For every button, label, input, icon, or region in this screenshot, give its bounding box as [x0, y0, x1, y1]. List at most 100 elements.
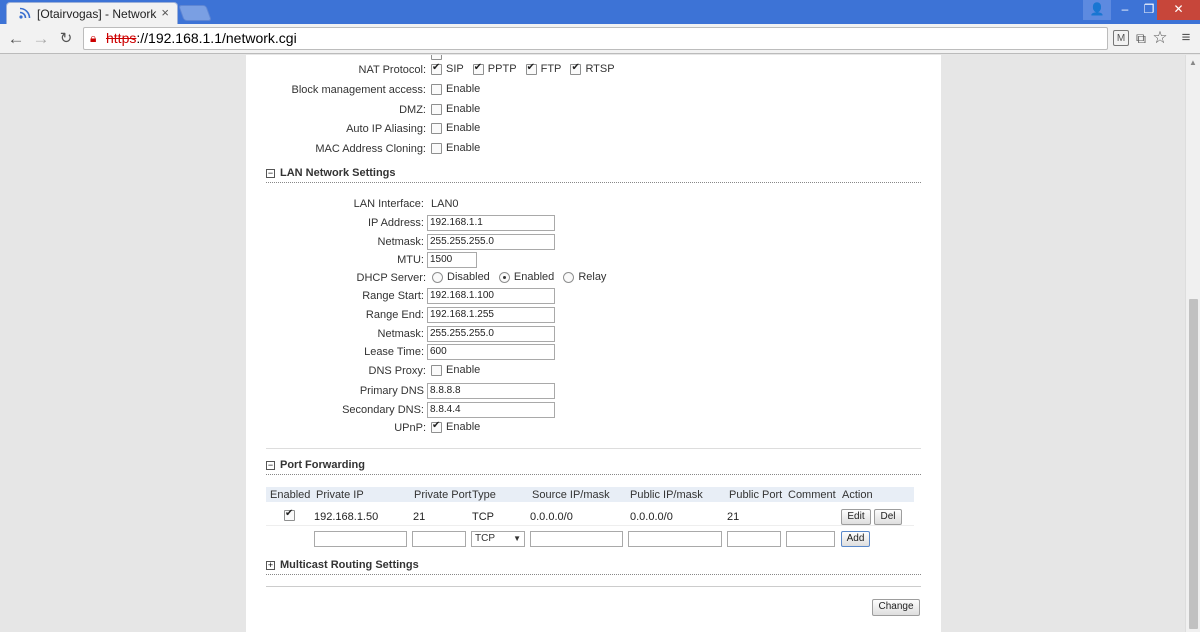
url-text: https://192.168.1.1/network.cgi	[106, 30, 297, 46]
browser-toolbar: ← → ↻ 🔒︎ https://192.168.1.1/network.cgi…	[0, 24, 1200, 54]
nat-protocol-row: NAT Protocol:	[246, 62, 426, 80]
dns-proxy-label: DNS Proxy:	[368, 365, 426, 377]
edit-button[interactable]: Edit	[841, 509, 871, 525]
auto-ip-enable-label: Enable	[446, 122, 481, 135]
range-end-label: Range End:	[365, 309, 424, 321]
bookmark-star-icon[interactable]: ☆	[1152, 29, 1168, 46]
forward-arrow-icon[interactable]: →	[31, 29, 51, 49]
col-private-port: Private Port	[414, 489, 472, 501]
expand-icon[interactable]: +	[266, 561, 275, 570]
nat-pptp-checkbox[interactable]	[472, 62, 484, 75]
netmask-row: Netmask:	[246, 234, 424, 252]
auto-ip-row: Auto IP Aliasing:	[246, 121, 426, 139]
dmz-label: DMZ:	[399, 104, 426, 116]
row-enabled-checkbox[interactable]	[284, 508, 295, 521]
upnp-control: Enable	[431, 420, 486, 434]
upnp-enable-label: Enable	[446, 421, 481, 434]
dhcp-server-label: DHCP Server:	[356, 272, 426, 284]
new-comment-input[interactable]	[786, 531, 835, 547]
upnp-checkbox[interactable]	[431, 420, 442, 433]
netmask-input[interactable]: 255.255.255.0	[427, 234, 555, 250]
lease-time-input[interactable]: 600	[427, 344, 555, 360]
row-type: TCP	[472, 511, 494, 523]
insecure-lock-icon[interactable]: 🔒︎	[90, 32, 103, 45]
port-forwarding-section-title: Port Forwarding	[280, 459, 365, 471]
scroll-up-icon[interactable]: ▲	[1189, 58, 1197, 67]
nat-sip-checkbox[interactable]	[431, 62, 442, 75]
lan-section-header[interactable]: − LAN Network Settings	[266, 167, 921, 183]
tab-title: [Otairvogas] - Network	[37, 7, 157, 21]
tab-close-icon[interactable]: ×	[161, 5, 169, 20]
dhcp-relay-radio[interactable]	[563, 271, 575, 283]
nat-ftp-label: FTP	[540, 63, 562, 76]
port-forwarding-section-header[interactable]: − Port Forwarding	[266, 459, 921, 475]
browser-tab[interactable]: [Otairvogas] - Network ×	[6, 2, 178, 24]
dhcp-netmask-label: Netmask:	[377, 328, 424, 340]
change-button[interactable]: Change	[872, 599, 920, 616]
user-profile-icon[interactable]: 👤	[1083, 0, 1111, 20]
dhcp-disabled-label: Disabled	[447, 271, 490, 284]
dhcp-enabled-label: Enabled	[513, 271, 555, 284]
scrollbar-thumb[interactable]	[1189, 299, 1198, 629]
back-arrow-icon[interactable]: ←	[6, 29, 26, 49]
col-type: Type	[472, 489, 496, 501]
dns-proxy-enable-label: Enable	[446, 364, 481, 377]
col-private-ip: Private IP	[316, 489, 364, 501]
range-start-input[interactable]: 192.168.1.100	[427, 288, 555, 304]
mac-cloning-checkbox[interactable]	[431, 142, 442, 154]
range-start-label: Range Start:	[362, 290, 424, 302]
secondary-dns-label: Secondary DNS:	[342, 404, 424, 416]
mtu-input[interactable]: 1500	[427, 252, 477, 268]
range-end-input[interactable]: 192.168.1.255	[427, 307, 555, 323]
new-public-port-input[interactable]	[727, 531, 781, 547]
vertical-scrollbar[interactable]: ▲	[1185, 55, 1200, 632]
translate-extension-icon[interactable]: ⧉	[1133, 30, 1149, 46]
primary-dns-input[interactable]: 8.8.8.8	[427, 383, 555, 399]
nat-ftp-checkbox[interactable]	[525, 62, 537, 75]
close-window-icon[interactable]: ✕	[1157, 0, 1200, 20]
lan-interface-row: LAN Interface:	[246, 196, 424, 214]
extension-icon[interactable]: M	[1113, 30, 1129, 46]
new-private-port-input[interactable]	[412, 531, 466, 547]
block-mgmt-enable-label: Enable	[446, 83, 481, 96]
lease-time-row: Lease Time:	[246, 344, 424, 362]
nat-rtsp-checkbox[interactable]	[570, 62, 582, 75]
delete-button[interactable]: Del	[874, 509, 902, 525]
new-tab-button[interactable]	[178, 5, 212, 21]
dhcp-enabled-radio[interactable]	[498, 271, 510, 283]
page-viewport: NAT Protocol: SIP PPTP FTP RTSP Block ma…	[0, 55, 1185, 632]
new-type-select[interactable]: TCP ▼	[471, 531, 525, 547]
lan-interface-value: LAN0	[431, 198, 459, 210]
multicast-section-header[interactable]: + Multicast Routing Settings	[266, 559, 921, 575]
netmask-label: Netmask:	[377, 236, 424, 248]
block-mgmt-checkbox[interactable]	[431, 83, 442, 95]
dns-proxy-checkbox[interactable]	[431, 364, 442, 376]
new-private-ip-input[interactable]	[314, 531, 407, 547]
multicast-section-title: Multicast Routing Settings	[280, 559, 419, 571]
dropdown-arrow-icon: ▼	[513, 534, 521, 543]
dhcp-netmask-input[interactable]: 255.255.255.0	[427, 326, 555, 342]
dhcp-disabled-radio[interactable]	[432, 271, 443, 283]
collapse-icon[interactable]: −	[266, 461, 275, 470]
add-button[interactable]: Add	[841, 531, 870, 547]
col-comment: Comment	[788, 489, 836, 501]
col-enabled: Enabled	[270, 489, 311, 501]
ip-address-label: IP Address:	[367, 217, 424, 229]
row-private-port: 21	[413, 511, 426, 523]
collapse-icon[interactable]: −	[266, 169, 275, 178]
dns-proxy-control: Enable	[431, 364, 486, 376]
new-public-ip-input[interactable]	[628, 531, 722, 547]
secondary-dns-input[interactable]: 8.8.4.4	[427, 402, 555, 418]
lan-section-title: LAN Network Settings	[280, 167, 396, 179]
divider	[266, 586, 921, 587]
reload-icon[interactable]: ↻	[56, 29, 76, 49]
auto-ip-checkbox[interactable]	[431, 122, 442, 134]
checkbox-cutoff[interactable]	[431, 55, 442, 60]
new-source-ip-input[interactable]	[530, 531, 623, 547]
menu-hamburger-icon[interactable]: ≡	[1178, 30, 1194, 46]
divider	[266, 448, 921, 449]
ip-address-input[interactable]: 192.168.1.1	[427, 215, 555, 231]
address-bar[interactable]: 🔒︎ https://192.168.1.1/network.cgi	[83, 27, 1108, 50]
dmz-checkbox[interactable]	[431, 103, 442, 115]
dns-proxy-row: DNS Proxy:	[246, 363, 426, 381]
